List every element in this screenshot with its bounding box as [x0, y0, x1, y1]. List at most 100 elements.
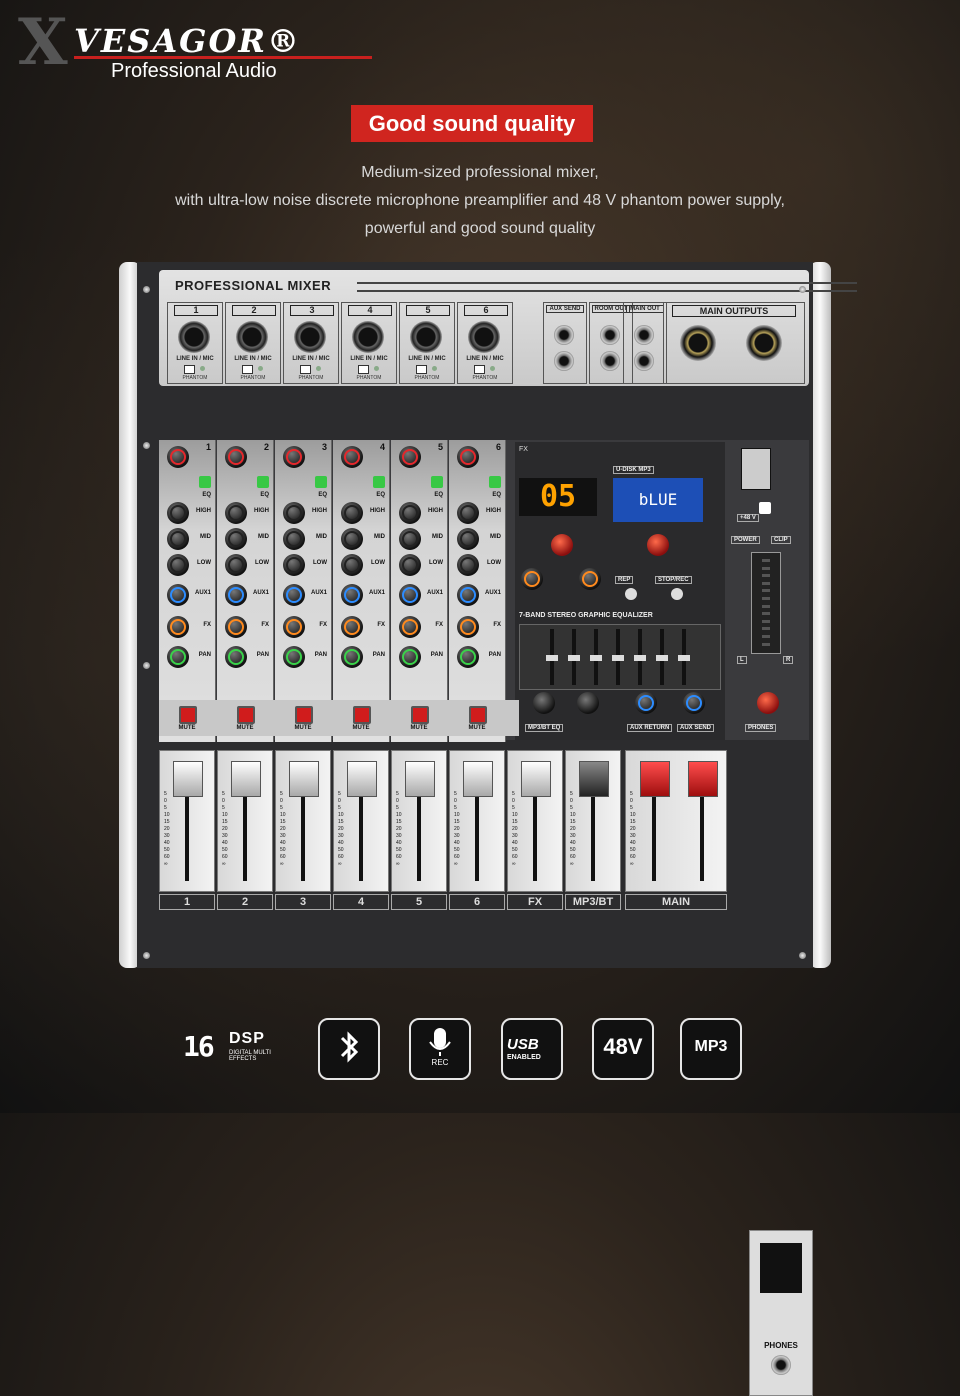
pad-button[interactable] — [373, 476, 385, 488]
fx-knob[interactable] — [283, 616, 305, 638]
mid-knob[interactable] — [457, 528, 479, 550]
gain-knob[interactable] — [167, 446, 189, 468]
low-knob[interactable] — [399, 554, 421, 576]
rep-button[interactable] — [625, 588, 637, 600]
aux1-knob[interactable] — [167, 584, 189, 606]
pad-button[interactable] — [257, 476, 269, 488]
fx-knob[interactable] — [399, 616, 421, 638]
phantom-switch[interactable] — [300, 365, 311, 374]
fx-program-knob[interactable] — [551, 534, 573, 556]
eq-band-slider[interactable] — [634, 629, 646, 685]
aux1-knob[interactable] — [283, 584, 305, 606]
mid-knob[interactable] — [399, 528, 421, 550]
low-knob[interactable] — [225, 554, 247, 576]
phantom-switch[interactable] — [474, 365, 485, 374]
fader-cap[interactable] — [688, 761, 718, 797]
eq-slider-cap[interactable] — [634, 655, 646, 661]
mute-button-3[interactable] — [295, 706, 313, 724]
pan-knob[interactable] — [283, 646, 305, 668]
fx-knob[interactable] — [341, 616, 363, 638]
pad-button[interactable] — [315, 476, 327, 488]
phones-level-knob[interactable] — [757, 692, 779, 714]
xlr-combo-jack[interactable] — [410, 321, 442, 353]
phantom-switch[interactable] — [416, 365, 427, 374]
aux1-knob[interactable] — [457, 584, 479, 606]
mute-button-4[interactable] — [353, 706, 371, 724]
pan-knob[interactable] — [225, 646, 247, 668]
eq-band-slider[interactable] — [590, 629, 602, 685]
pad-button[interactable] — [489, 476, 501, 488]
low-knob[interactable] — [457, 554, 479, 576]
eq-low-knob[interactable] — [577, 692, 599, 714]
phantom-switch[interactable] — [358, 365, 369, 374]
mute-row: MUTE MUTE MUTE MUTE MUTE MUTE — [159, 700, 519, 736]
pan-knob[interactable] — [341, 646, 363, 668]
eq-slider-cap[interactable] — [656, 655, 668, 661]
phantom-switch[interactable] — [242, 365, 253, 374]
high-knob[interactable] — [457, 502, 479, 524]
phantom-label: PHANTOM — [298, 375, 324, 381]
low-knob[interactable] — [341, 554, 363, 576]
pad-button[interactable] — [431, 476, 443, 488]
high-knob[interactable] — [225, 502, 247, 524]
mid-knob[interactable] — [225, 528, 247, 550]
phantom-switch[interactable] — [184, 365, 195, 374]
brand-name: VESAGOR® — [74, 22, 301, 60]
pan-knob[interactable] — [457, 646, 479, 668]
eq-band-slider[interactable] — [612, 629, 624, 685]
mute-button-6[interactable] — [469, 706, 487, 724]
mid-knob[interactable] — [341, 528, 363, 550]
phantom-button[interactable] — [759, 502, 771, 514]
fx-knob[interactable] — [167, 616, 189, 638]
phones-jack[interactable] — [771, 1355, 791, 1375]
high-knob[interactable] — [283, 502, 305, 524]
pan-knob[interactable] — [167, 646, 189, 668]
mute-button-2[interactable] — [237, 706, 255, 724]
mute-button-5[interactable] — [411, 706, 429, 724]
high-knob[interactable] — [341, 502, 363, 524]
high-knob[interactable] — [167, 502, 189, 524]
usb-port[interactable] — [741, 448, 771, 490]
low-knob[interactable] — [283, 554, 305, 576]
high-knob[interactable] — [399, 502, 421, 524]
eq-band-slider[interactable] — [678, 629, 690, 685]
stop-rec-button[interactable] — [671, 588, 683, 600]
aux1-knob[interactable] — [399, 584, 421, 606]
eq-slider-cap[interactable] — [612, 655, 624, 661]
pan-knob[interactable] — [399, 646, 421, 668]
eq-band-slider[interactable] — [656, 629, 668, 685]
mid-knob[interactable] — [283, 528, 305, 550]
xlr-combo-jack[interactable] — [294, 321, 326, 353]
fx-knob[interactable] — [457, 616, 479, 638]
mute-button-1[interactable] — [179, 706, 197, 724]
xlr-combo-jack[interactable] — [352, 321, 384, 353]
eq-high-knob[interactable] — [533, 692, 555, 714]
xlr-combo-jack[interactable] — [468, 321, 500, 353]
mp3-program-knob[interactable] — [647, 534, 669, 556]
xlr-combo-jack[interactable] — [178, 321, 210, 353]
fx-knob[interactable] — [225, 616, 247, 638]
eq-slider-cap[interactable] — [678, 655, 690, 661]
eq-slider-cap[interactable] — [568, 655, 580, 661]
aux-return-knob[interactable] — [635, 692, 657, 714]
eq-slider-cap[interactable] — [590, 655, 602, 661]
gain-knob[interactable] — [225, 446, 247, 468]
aux1-knob[interactable] — [225, 584, 247, 606]
fader-scale-tick: 5 — [338, 805, 341, 811]
pad-button[interactable] — [199, 476, 211, 488]
fx-level-knob[interactable] — [521, 568, 543, 590]
eq-slider-cap[interactable] — [546, 655, 558, 661]
aux1-knob[interactable] — [341, 584, 363, 606]
gain-knob[interactable] — [341, 446, 363, 468]
fx-param-knob[interactable] — [579, 568, 601, 590]
mid-knob[interactable] — [167, 528, 189, 550]
eq-band-slider[interactable] — [546, 629, 558, 685]
gain-knob[interactable] — [399, 446, 421, 468]
gain-knob[interactable] — [283, 446, 305, 468]
xlr-combo-jack[interactable] — [236, 321, 268, 353]
aux-send-knob[interactable] — [683, 692, 705, 714]
eq-band-slider[interactable] — [568, 629, 580, 685]
gain-knob[interactable] — [457, 446, 479, 468]
low-knob[interactable] — [167, 554, 189, 576]
mp3-label: MP3 — [694, 1038, 728, 1055]
